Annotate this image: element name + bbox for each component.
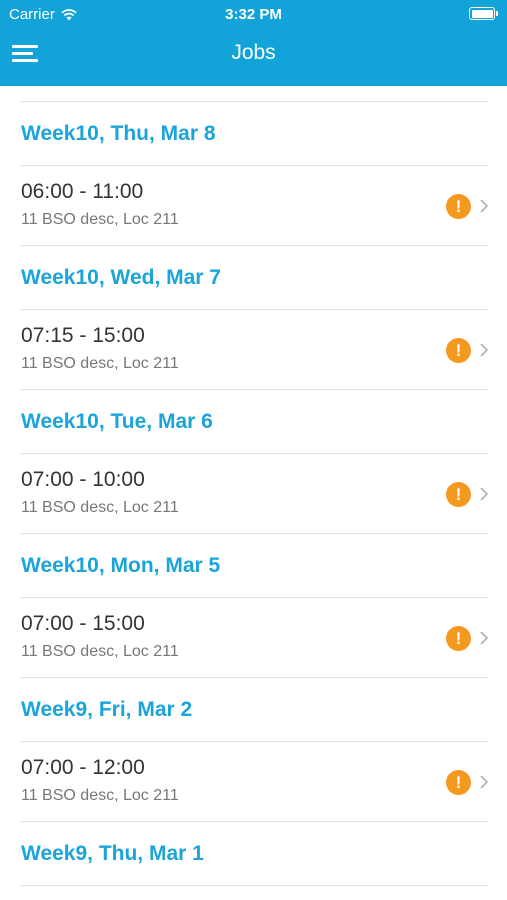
chevron-right-icon — [480, 343, 489, 357]
job-description: 11 BSO desc, Loc 211 — [21, 787, 179, 804]
top-bar: Carrier 3:32 PM Jobs — [0, 0, 507, 86]
section-header: Week10, Tue, Mar 6 — [21, 410, 213, 433]
alert-icon: ! — [446, 338, 471, 363]
section-header: Week9, Thu, Mar 1 — [21, 842, 204, 865]
row-separator — [21, 101, 489, 102]
jobs-list[interactable]: Week10, Thu, Mar 8 06:00 - 11:00 11 BSO … — [0, 86, 507, 900]
battery-icon — [469, 7, 498, 20]
chevron-right-icon — [480, 775, 489, 789]
chevron-right-icon — [480, 199, 489, 213]
alert-icon: ! — [446, 482, 471, 507]
section-header: Week10, Thu, Mar 8 — [21, 122, 216, 145]
nav-bar: Jobs — [0, 28, 507, 86]
row-separator — [21, 389, 489, 390]
job-row[interactable]: 07:00 - 15:00 11 BSO desc, Loc 211 ! — [0, 598, 507, 678]
status-time: 3:32 PM — [225, 6, 282, 23]
chevron-right-icon — [480, 631, 489, 645]
status-bar: Carrier 3:32 PM — [0, 0, 507, 28]
job-row[interactable]: 06:00 - 11:00 11 BSO desc, Loc 211 ! — [0, 166, 507, 246]
section-header: Week10, Mon, Mar 5 — [21, 554, 221, 577]
row-separator — [21, 677, 489, 678]
job-description: 11 BSO desc, Loc 211 — [21, 211, 179, 228]
job-time: 07:00 - 12:00 — [21, 756, 145, 779]
alert-icon: ! — [446, 194, 471, 219]
page-title: Jobs — [231, 41, 276, 64]
job-description: 11 BSO desc, Loc 211 — [21, 499, 179, 516]
job-row[interactable]: 07:00 - 12:00 11 BSO desc, Loc 211 ! — [0, 742, 507, 822]
job-time: 07:00 - 10:00 — [21, 468, 145, 491]
job-time: 07:00 - 15:00 — [21, 612, 145, 635]
job-time: 06:00 - 11:00 — [21, 180, 144, 203]
job-time: 07:15 - 15:00 — [21, 324, 145, 347]
job-description: 11 BSO desc, Loc 211 — [21, 643, 179, 660]
alert-icon: ! — [446, 626, 471, 651]
alert-icon: ! — [446, 770, 471, 795]
section-header: Week10, Wed, Mar 7 — [21, 266, 221, 289]
job-description: 11 BSO desc, Loc 211 — [21, 355, 179, 372]
row-separator — [21, 821, 489, 822]
section-header: Week9, Fri, Mar 2 — [21, 698, 193, 721]
chevron-right-icon — [480, 487, 489, 501]
job-row[interactable]: 07:00 - 10:00 11 BSO desc, Loc 211 ! — [0, 454, 507, 534]
row-separator — [21, 885, 489, 886]
row-separator — [21, 245, 489, 246]
row-separator — [21, 533, 489, 534]
job-row[interactable]: 07:15 - 15:00 11 BSO desc, Loc 211 ! — [0, 310, 507, 390]
